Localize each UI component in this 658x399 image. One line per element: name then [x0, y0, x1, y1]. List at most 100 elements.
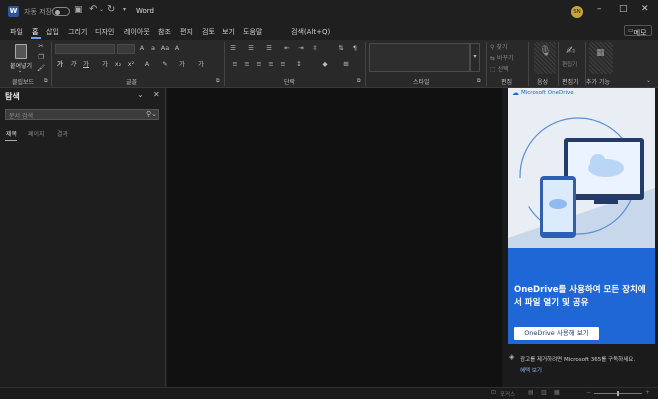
text-effects-icon[interactable]: A [142, 60, 152, 68]
nav-close-icon[interactable]: ✕ [153, 90, 160, 99]
decrease-indent-icon[interactable]: ⇤ [282, 44, 292, 52]
underline-icon[interactable]: 가 [81, 60, 91, 68]
focus-label[interactable]: 포커스 [500, 390, 515, 398]
autosave-toggle[interactable] [52, 7, 70, 16]
shading-icon[interactable]: ◆ [320, 60, 330, 68]
tab-draw[interactable]: 그리기 [68, 27, 87, 37]
show-marks-icon[interactable]: ¶ [350, 44, 360, 52]
user-avatar[interactable]: SN [571, 6, 583, 18]
change-case-icon[interactable]: Aa [160, 44, 170, 52]
distributed-icon[interactable]: ≡ [278, 60, 288, 68]
format-painter-icon[interactable]: 🖌 [36, 64, 46, 72]
paragraph-launcher-icon[interactable]: ⧉ [357, 78, 361, 84]
ad-pane: ☁ Microsoft OneDrive OneDrive를 사용하여 모든 장… [502, 88, 658, 387]
maximize-icon[interactable]: □ [619, 4, 628, 14]
subscript-icon[interactable]: x₂ [113, 60, 123, 68]
align-left-icon[interactable]: ≡ [230, 60, 240, 68]
word-logo-icon: W [8, 6, 19, 17]
tab-file[interactable]: 파일 [10, 27, 23, 37]
grow-font-icon[interactable]: A [137, 44, 147, 52]
replace-button[interactable]: ⇆ 바꾸기 [490, 53, 514, 62]
focus-icon[interactable]: ⊡ [491, 389, 496, 396]
line-spacing-icon[interactable]: ↕ [294, 60, 304, 68]
styles-launcher-icon[interactable]: ⧉ [477, 78, 481, 84]
font-size-combo[interactable] [117, 44, 135, 54]
nav-tab-active-underline [5, 140, 17, 141]
search-box[interactable]: 검색(Alt+Q) [291, 27, 330, 37]
justify-icon[interactable]: ≡ [266, 60, 276, 68]
font-name-combo[interactable] [55, 44, 115, 54]
tab-insert[interactable]: 삽입 [46, 27, 59, 37]
nav-tab-results[interactable]: 결과 [57, 129, 68, 138]
styles-gallery[interactable] [369, 43, 470, 72]
bullets-icon[interactable]: ☰ [228, 44, 238, 52]
borders-icon[interactable]: ⊞ [341, 60, 351, 68]
editing-group-label: 편집 [501, 79, 513, 86]
ad-card[interactable]: ☁ Microsoft OneDrive OneDrive를 사용하여 모든 장… [508, 88, 655, 344]
select-button[interactable]: ⬚ 선택 [490, 64, 509, 73]
doc-search-icon[interactable]: ⚲⌄ [146, 110, 157, 118]
font-color-icon[interactable]: 가 [177, 60, 187, 68]
redo-icon[interactable]: ↻ [107, 4, 115, 15]
tab-design[interactable]: 디자인 [95, 27, 114, 37]
char-shading-icon[interactable]: 가 [196, 60, 206, 68]
numbering-icon[interactable]: ☰ [246, 44, 256, 52]
nav-options-icon[interactable]: ⌄ [137, 90, 144, 99]
tab-help[interactable]: 도움말 [243, 27, 262, 37]
strikethrough-icon[interactable]: 가 [100, 60, 110, 68]
doc-search-input[interactable]: 문서 검색 ⚲⌄ [5, 109, 159, 120]
tab-review[interactable]: 검토 [202, 27, 215, 37]
view-web-icon[interactable]: ▦ [554, 389, 560, 396]
autosave-label: 자동 저장 [24, 8, 52, 16]
view-print-icon[interactable]: ▥ [541, 389, 547, 396]
undo-dropdown-icon[interactable]: ⌄ [99, 6, 104, 13]
zoom-thumb[interactable] [617, 391, 619, 396]
addins-icon: ▦ [596, 48, 605, 58]
tab-home[interactable]: 홈 [32, 27, 38, 37]
view-read-icon[interactable]: ▤ [528, 389, 534, 396]
paste-icon [15, 44, 27, 59]
clear-format-icon[interactable]: A [172, 44, 182, 52]
font-launcher-icon[interactable]: ⧉ [216, 78, 220, 84]
tab-layout[interactable]: 레이아웃 [124, 27, 150, 37]
paste-button[interactable]: 붙여넣기 ⌄ [9, 43, 33, 74]
shrink-font-icon[interactable]: a [148, 44, 158, 52]
save-icon[interactable]: ▣ [74, 5, 83, 15]
ad-cta-button[interactable]: OneDrive 사용해 보기 [514, 327, 599, 340]
ribbon-collapse-icon[interactable]: ⌄ [646, 77, 651, 84]
highlight-icon[interactable]: ✎ [160, 60, 170, 68]
bold-icon[interactable]: 가 [55, 60, 65, 68]
find-button[interactable]: ⚲ 찾기 [490, 42, 507, 51]
minimize-icon[interactable]: – [597, 4, 602, 14]
document-canvas[interactable] [167, 88, 502, 387]
tab-view[interactable]: 보기 [222, 27, 235, 37]
feedback-button[interactable]: ▭ 메모 [624, 25, 652, 37]
cut-icon[interactable]: ✂ [36, 42, 46, 50]
tab-mailings[interactable]: 편지 [180, 27, 193, 37]
styles-gallery-scroll[interactable]: ▾ [470, 43, 480, 72]
sort-icon[interactable]: ⇅ [336, 44, 346, 52]
addins-button[interactable] [589, 42, 613, 74]
nav-tab-headings[interactable]: 제목 [6, 129, 17, 138]
multilevel-list-icon[interactable]: ☰ [264, 44, 274, 52]
close-icon[interactable]: ✕ [641, 4, 649, 14]
editor-button[interactable]: ✍ 편집기 [562, 42, 582, 74]
ad-footer-link[interactable]: 혜택 보기 [520, 366, 542, 374]
tab-references[interactable]: 참조 [158, 27, 171, 37]
clipboard-launcher-icon[interactable]: ⧉ [44, 78, 48, 84]
title-bar: W 자동 저장 ▣ ↶ ⌄ ↻ ▾ Word ⚲ SN – □ ✕ [0, 0, 658, 35]
styles-group-label: 스타일 [413, 79, 430, 86]
asian-layout-icon[interactable]: ⇳ [310, 44, 320, 52]
zoom-out-icon[interactable]: − [586, 389, 591, 396]
nav-tab-pages[interactable]: 페이지 [28, 129, 45, 138]
qat-dropdown-icon[interactable]: ▾ [123, 6, 126, 13]
italic-icon[interactable]: 가 [68, 60, 78, 68]
align-right-icon[interactable]: ≡ [254, 60, 264, 68]
superscript-icon[interactable]: x² [126, 60, 136, 68]
align-center-icon[interactable]: ≡ [242, 60, 252, 68]
copy-icon[interactable]: ❐ [36, 53, 46, 61]
editor-group-label: 편집기 [562, 79, 579, 86]
increase-indent-icon[interactable]: ⇥ [296, 44, 306, 52]
zoom-in-icon[interactable]: + [645, 389, 650, 396]
undo-icon[interactable]: ↶ [89, 4, 97, 15]
